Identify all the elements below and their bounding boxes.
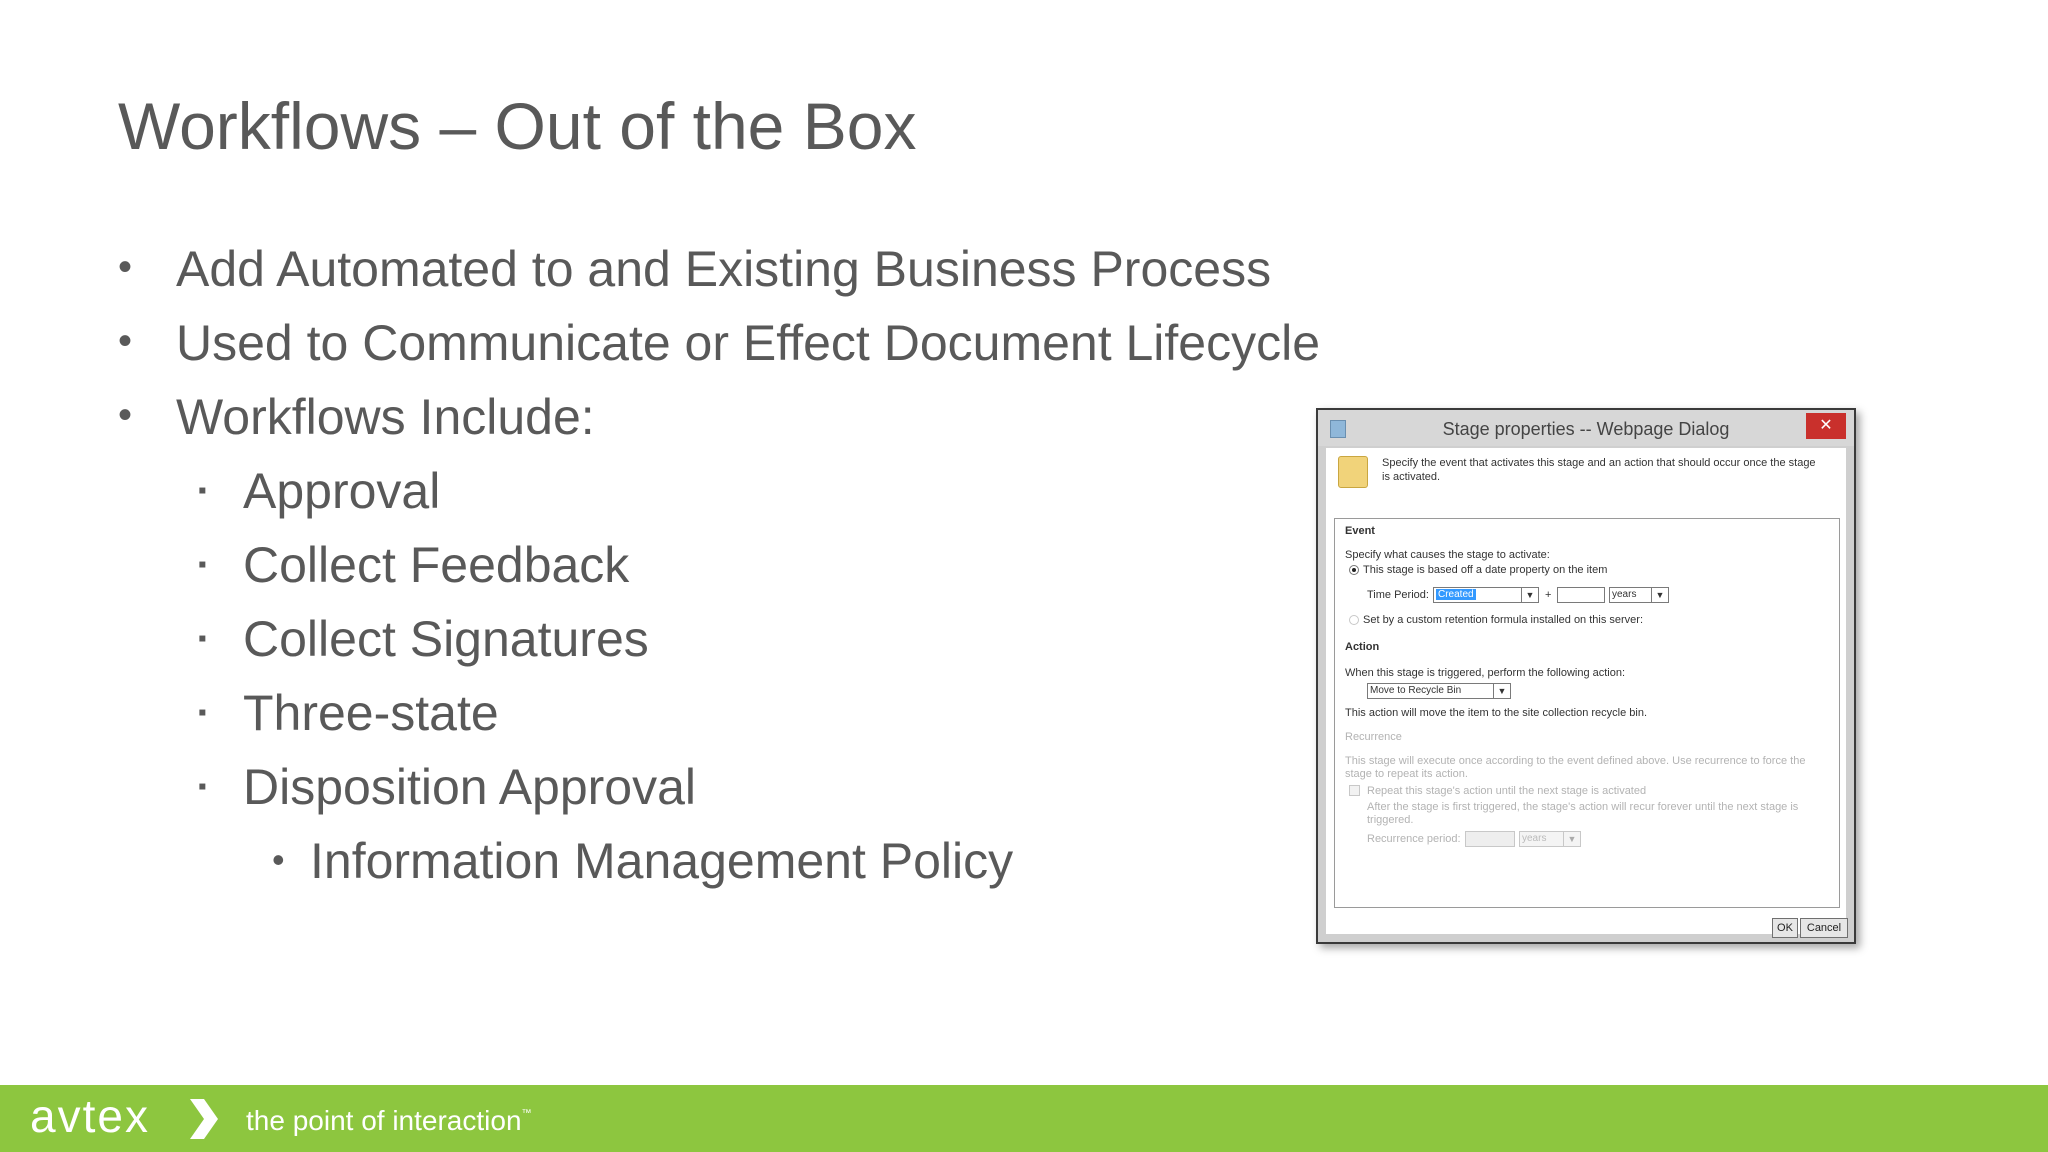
sub-bullet-item: ▪ Disposition Approval bbox=[198, 758, 696, 816]
action-value: Move to Recycle Bin bbox=[1370, 685, 1462, 696]
sub-sub-bullet-item: • Information Management Policy bbox=[272, 832, 1013, 890]
action-select: Move to Recycle Bin ▼ bbox=[1367, 683, 1511, 699]
bullet-item: • Add Automated to and Existing Business … bbox=[118, 240, 1271, 298]
plus-sign: + bbox=[1545, 589, 1552, 601]
dialog-title: Stage properties -- Webpage Dialog bbox=[1442, 419, 1730, 439]
repeat-checkbox-label: Repeat this stage's action until the nex… bbox=[1367, 785, 1647, 797]
sub-sub-bullet-text: Information Management Policy bbox=[310, 833, 1014, 889]
recurrence-unit-value: years bbox=[1522, 833, 1547, 844]
dialog-body: Specify the event that activates this st… bbox=[1326, 448, 1848, 938]
sub-bullet-marker: ▪ bbox=[198, 625, 207, 652]
sub-bullet-item: ▪ Three-state bbox=[198, 684, 499, 742]
dialog-panel: Event Specify what causes the stage to a… bbox=[1334, 518, 1840, 908]
time-period-number-input bbox=[1557, 587, 1605, 603]
action-prompt: When this stage is triggered, perform th… bbox=[1345, 667, 1626, 679]
dialog-intro-text: Specify the event that activates this st… bbox=[1382, 457, 1816, 483]
close-icon: ✕ bbox=[1806, 413, 1846, 439]
bullet-marker: • bbox=[118, 319, 133, 363]
slide-title: Workflows – Out of the Box bbox=[118, 89, 917, 163]
chevron-down-icon: ▼ bbox=[1493, 684, 1510, 698]
stage-icon bbox=[1338, 456, 1368, 488]
bullet-text: Workflows Include: bbox=[176, 389, 595, 445]
sub-bullet-text: Three-state bbox=[243, 685, 499, 741]
time-unit-value: years bbox=[1612, 589, 1637, 600]
sub-bullet-item: ▪ Collect Feedback bbox=[198, 536, 629, 594]
avtex-logo-text: avtex bbox=[30, 1090, 150, 1142]
event-heading: Event bbox=[1345, 525, 1375, 537]
action-note: This action will move the item to the si… bbox=[1345, 707, 1648, 719]
recurrence-unit-select: years ▼ bbox=[1519, 831, 1581, 847]
time-period-select: Created ▼ bbox=[1433, 587, 1539, 603]
trademark: ™ bbox=[521, 1108, 532, 1119]
tagline: the point of interaction™ bbox=[246, 1105, 532, 1137]
bullet-marker: • bbox=[118, 393, 133, 437]
event-prompt: Specify what causes the stage to activat… bbox=[1345, 549, 1550, 561]
sub-bullet-text: Collect Feedback bbox=[243, 537, 630, 593]
bullet-marker: • bbox=[118, 245, 133, 289]
tagline-text: the point of interaction bbox=[246, 1105, 522, 1136]
recurrence-period-label: Recurrence period: bbox=[1367, 833, 1461, 845]
date-property-radio bbox=[1349, 565, 1359, 575]
footer-bar: avtex the point of interaction™ bbox=[0, 1085, 2048, 1152]
bullet-item: • Used to Communicate or Effect Document … bbox=[118, 314, 1320, 372]
repeat-note: After the stage is first triggered, the … bbox=[1367, 801, 1799, 826]
sub-bullet-text: Approval bbox=[243, 463, 441, 519]
cancel-button: Cancel bbox=[1800, 918, 1848, 938]
dialog-titlebar: Stage properties -- Webpage Dialog ✕ bbox=[1318, 410, 1854, 446]
sub-bullet-marker: ▪ bbox=[198, 699, 207, 726]
recurrence-heading: Recurrence bbox=[1345, 731, 1402, 743]
chevron-down-icon: ▼ bbox=[1563, 832, 1580, 846]
recurrence-note: This stage will execute once according t… bbox=[1345, 755, 1806, 780]
time-period-label: Time Period: bbox=[1367, 589, 1429, 601]
stage-properties-dialog-screenshot: Stage properties -- Webpage Dialog ✕ Spe… bbox=[1316, 408, 1856, 944]
recurrence-period-input bbox=[1465, 831, 1515, 847]
sub-bullet-item: ▪ Collect Signatures bbox=[198, 610, 649, 668]
sub-bullet-marker: ▪ bbox=[198, 551, 207, 578]
ok-button: OK bbox=[1772, 918, 1798, 938]
bullet-item: • Workflows Include: bbox=[118, 388, 595, 446]
sub-bullet-item: ▪ Approval bbox=[198, 462, 440, 520]
logo-chevron-icon bbox=[190, 1099, 218, 1139]
sub-bullet-text: Collect Signatures bbox=[243, 611, 649, 667]
time-unit-select: years ▼ bbox=[1609, 587, 1669, 603]
repeat-checkbox bbox=[1349, 785, 1360, 796]
sub-bullet-marker: ▪ bbox=[198, 773, 207, 800]
action-heading: Action bbox=[1345, 641, 1380, 653]
time-period-value: Created bbox=[1436, 589, 1476, 600]
chevron-down-icon: ▼ bbox=[1651, 588, 1668, 602]
bullet-text: Add Automated to and Existing Business P… bbox=[176, 241, 1272, 297]
date-property-radio-label: This stage is based off a date property … bbox=[1363, 564, 1608, 576]
bullet-text: Used to Communicate or Effect Document L… bbox=[176, 315, 1321, 371]
custom-formula-radio-label: Set by a custom retention formula instal… bbox=[1363, 614, 1644, 626]
bullet-marker: • bbox=[272, 839, 285, 880]
sub-bullet-marker: ▪ bbox=[198, 477, 207, 504]
chevron-down-icon: ▼ bbox=[1521, 588, 1538, 602]
custom-formula-radio bbox=[1349, 615, 1359, 625]
sub-bullet-text: Disposition Approval bbox=[243, 759, 697, 815]
